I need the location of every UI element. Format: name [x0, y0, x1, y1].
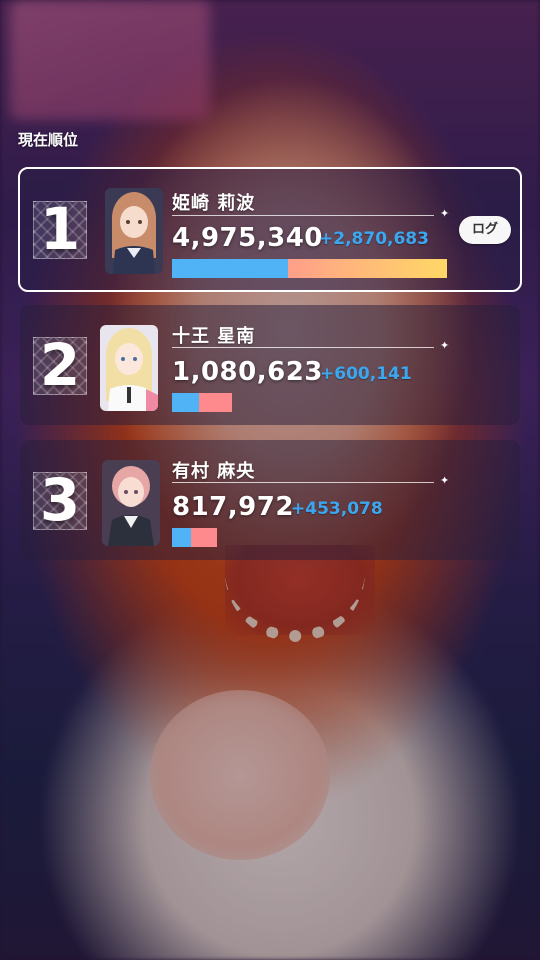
sparkle-icon: ✦	[440, 207, 450, 220]
idol-name: 十王 星南	[172, 326, 256, 347]
rank-number: 1	[39, 195, 81, 263]
name-divider	[172, 347, 434, 348]
ranking-card-1[interactable]: 1 姫崎 莉波 ✦ 4,975,340 +2,870,683 ログ	[18, 167, 522, 292]
score-bar	[172, 528, 217, 547]
score-value: 817,972	[172, 492, 294, 522]
score-bar-pink-segment	[191, 528, 217, 547]
current-ranking-title: 現在順位	[18, 131, 79, 149]
score-bar	[172, 259, 447, 278]
score-bar-blue-segment	[172, 528, 191, 547]
score-value: 4,975,340	[172, 223, 323, 253]
idol-avatar	[100, 325, 158, 411]
ranking-card-3[interactable]: 3 有村 麻央 ✦ 817,972 +453,078	[20, 440, 520, 560]
ranking-card-2[interactable]: 2 十王 星南 ✦ 1,080,623 +600,141	[20, 305, 520, 425]
rank-number: 2	[39, 331, 81, 399]
score-bar-blue-segment	[172, 393, 199, 412]
score-delta: +2,870,683	[319, 229, 429, 249]
score-bar-pink-segment	[199, 393, 232, 412]
score-bar-blue-segment	[172, 259, 288, 278]
rank-number: 3	[39, 466, 81, 534]
idol-avatar	[105, 188, 163, 274]
idol-name: 姫崎 莉波	[172, 193, 256, 214]
name-divider	[172, 482, 434, 483]
sparkle-icon: ✦	[440, 339, 450, 352]
score-bar-warm-segment	[288, 259, 447, 278]
idol-avatar	[102, 460, 160, 546]
log-button[interactable]: ログ	[459, 216, 511, 244]
name-divider	[172, 215, 434, 216]
score-delta: +600,141	[320, 364, 412, 384]
score-bar	[172, 393, 232, 412]
sparkle-icon: ✦	[440, 474, 450, 487]
idol-name: 有村 麻央	[172, 461, 256, 482]
score-delta: +453,078	[291, 499, 383, 519]
score-value: 1,080,623	[172, 357, 323, 387]
